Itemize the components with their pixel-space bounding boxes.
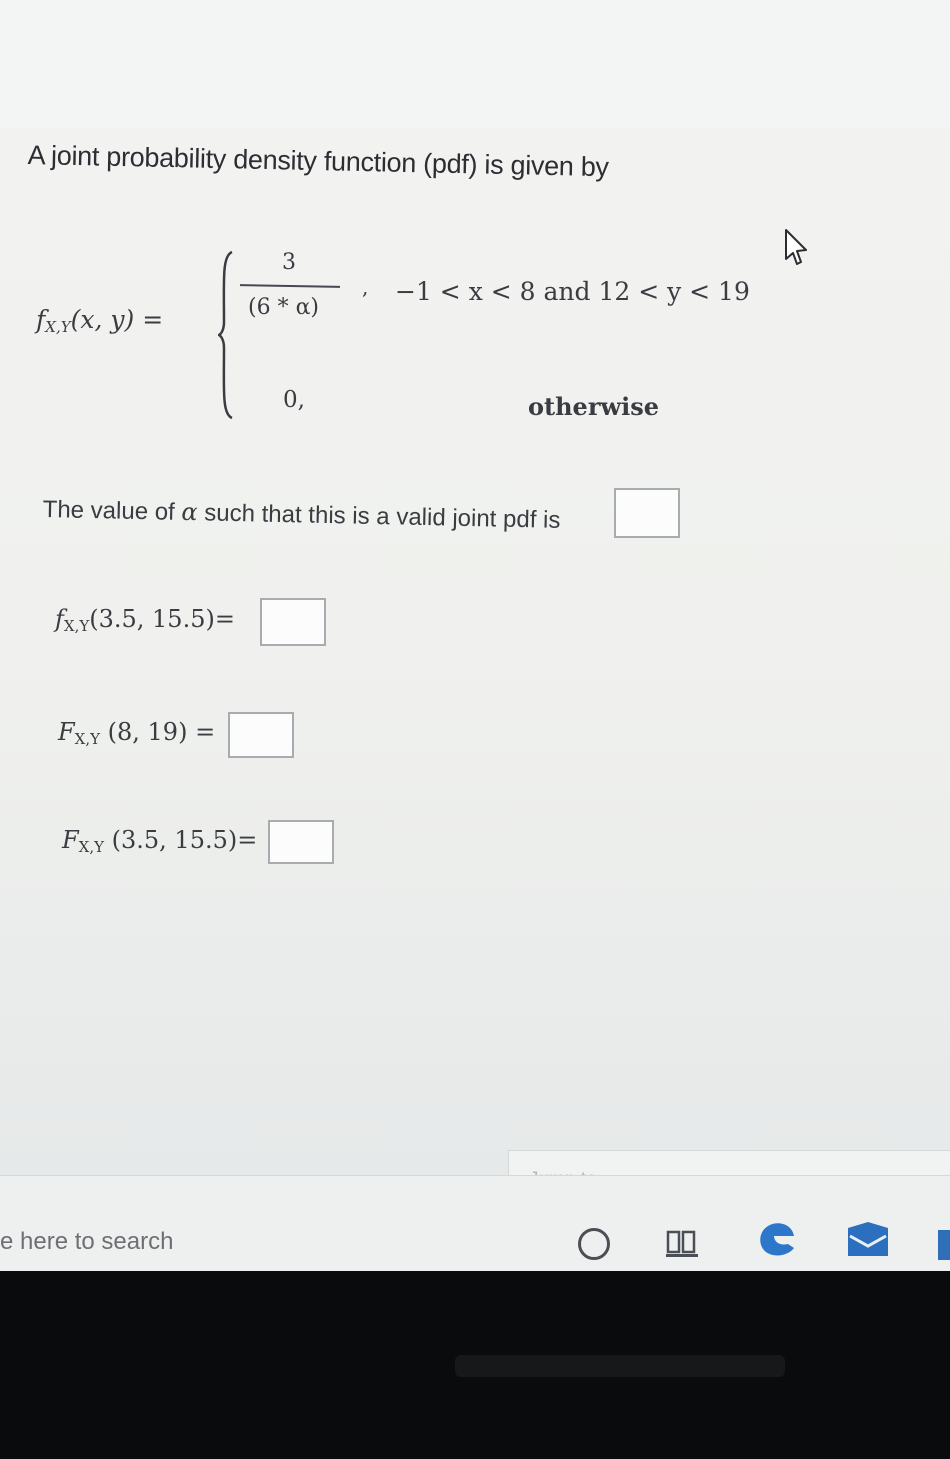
- case2-condition: otherwise: [528, 392, 660, 421]
- alpha-symbol: α: [181, 497, 198, 527]
- cdf-full-label: FX,Y (8, 19) =: [58, 718, 215, 748]
- pdf-point-label: fX,Y(3.5, 15.5)=: [55, 605, 235, 635]
- case2-value: 0,: [283, 387, 305, 413]
- case1-comma: ,: [362, 275, 369, 299]
- cdf-point-func: F: [62, 826, 79, 854]
- cdf-full-answer-input[interactable]: [228, 712, 294, 758]
- cursor-icon: [785, 229, 807, 265]
- alpha-prompt-after: such that this is a valid joint pdf is: [197, 499, 561, 534]
- windows-taskbar: [0, 1175, 950, 1272]
- pdf-subscript: X,Y: [45, 318, 71, 336]
- piecewise-brace: [218, 250, 233, 420]
- fraction-denominator: (6 * α): [248, 295, 320, 320]
- cdf-point-answer-input[interactable]: [268, 820, 334, 864]
- pdf-arguments: (x, y) =: [70, 305, 164, 334]
- cdf-point-sub: X,Y: [78, 838, 105, 856]
- fraction-numerator: 3: [282, 250, 296, 275]
- taskbar-search-input[interactable]: e here to search: [0, 1228, 173, 1256]
- question-text: A joint probability density function (pd…: [27, 140, 609, 183]
- pdf-point-answer-input[interactable]: [260, 598, 326, 646]
- edge-icon[interactable]: [756, 1220, 800, 1260]
- pdf-function-name: f: [36, 305, 46, 334]
- alpha-prompt-before: The value of: [42, 495, 182, 526]
- case1-condition: −1 < x < 8 and 12 < y < 19: [395, 277, 750, 306]
- pdf-point-func: f: [55, 605, 64, 633]
- task-view-icon[interactable]: [666, 1228, 698, 1258]
- bezel-highlight: [455, 1355, 785, 1377]
- fraction-bar: [239, 284, 341, 288]
- pdf-point-args: (3.5, 15.5)=: [89, 605, 235, 633]
- cdf-full-args: (8, 19) =: [100, 718, 216, 746]
- taskbar-edge-icon-partial: [938, 1230, 950, 1260]
- cdf-full-func: F: [58, 718, 75, 746]
- pdf-lhs: fX,Y(x, y) =: [36, 305, 163, 336]
- alpha-answer-input[interactable]: [614, 488, 680, 538]
- mail-icon[interactable]: [846, 1222, 890, 1258]
- pdf-point-sub: X,Y: [63, 617, 90, 635]
- cortana-icon[interactable]: [578, 1228, 610, 1260]
- cdf-point-args: (3.5, 15.5)=: [104, 826, 258, 854]
- alpha-prompt: The value of α such that this is a valid…: [42, 495, 560, 535]
- cdf-full-sub: X,Y: [74, 730, 101, 748]
- cdf-point-label: FX,Y (3.5, 15.5)=: [62, 826, 257, 856]
- top-strip: [0, 0, 950, 128]
- page: A joint probability density function (pd…: [0, 0, 950, 1175]
